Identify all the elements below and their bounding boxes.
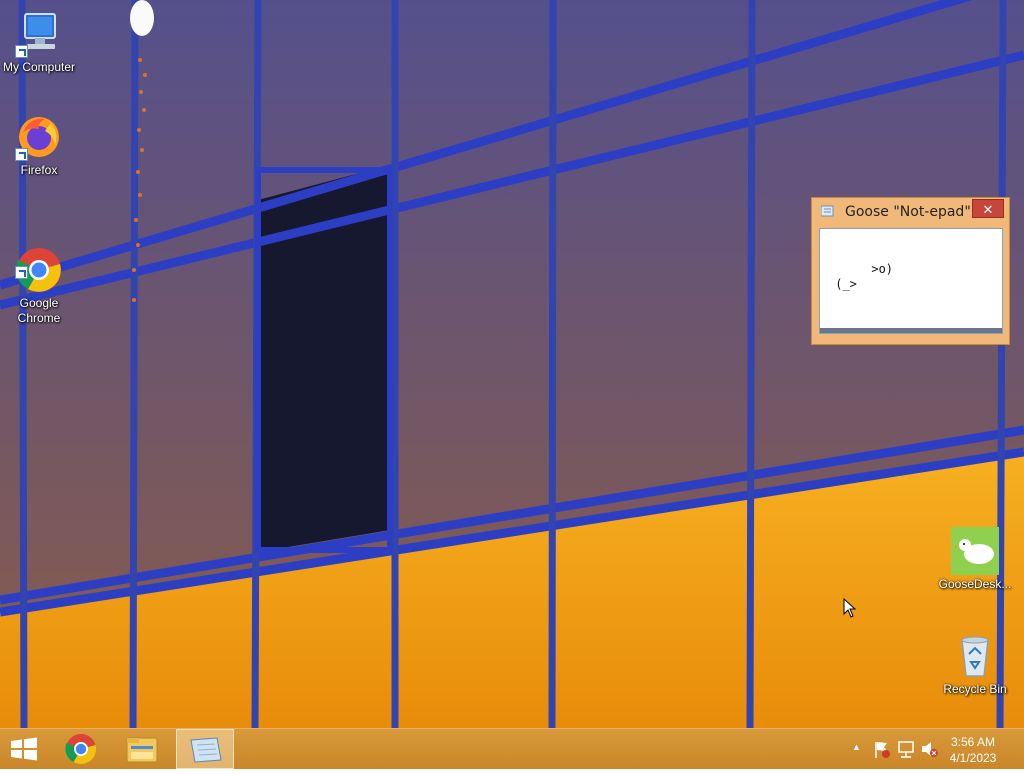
- firefox-icon: [15, 113, 63, 161]
- desktop-icon-label: Recycle Bin: [943, 682, 1007, 696]
- windows-start-icon: [11, 737, 37, 761]
- taskbar-clock[interactable]: 3:56 AM 4/1/2023: [944, 734, 1002, 766]
- volume-muted-icon[interactable]: [920, 729, 940, 769]
- window-title: Goose "Not-epad": [845, 204, 971, 220]
- mouse-cursor-icon: [843, 598, 857, 618]
- desktop-icon-google-chrome[interactable]: Google Chrome: [0, 216, 78, 341]
- close-button[interactable]: ✕: [972, 199, 1004, 218]
- notepad-taskbar-icon: [190, 737, 222, 763]
- desktop: My Computer Firefox Google Chrome GooseD…: [0, 0, 1024, 728]
- desktop-icon-label: GooseDesk...: [938, 577, 1012, 591]
- desktop-icon-label: Firefox: [20, 163, 58, 177]
- network-icon[interactable]: [896, 729, 916, 769]
- goose-icon: [951, 527, 999, 575]
- goose-notepad-window[interactable]: Goose "Not-epad" ✕ >o) (_>: [811, 197, 1010, 345]
- notepad-text-area[interactable]: >o) (_>: [819, 228, 1003, 334]
- window-titlebar[interactable]: Goose "Not-epad" ✕: [812, 198, 1009, 226]
- goose-sprite: [130, 0, 154, 36]
- horizontal-scrollbar[interactable]: [820, 328, 1002, 333]
- clock-date: 4/1/2023: [949, 751, 997, 765]
- chrome-icon: [15, 231, 63, 292]
- taskbar-notepad-button[interactable]: [176, 729, 234, 769]
- desktop-icon-my-computer[interactable]: My Computer: [0, 10, 78, 75]
- taskbar-file-explorer-button[interactable]: [113, 729, 171, 769]
- taskbar: ▲ 3:56 AM 4/1/2023: [0, 728, 1024, 769]
- notepad-icon: [821, 205, 834, 217]
- chevron-up-icon: ▲: [852, 742, 861, 752]
- notepad-text: >o) (_>: [835, 262, 894, 291]
- file-explorer-taskbar-icon: [126, 737, 158, 763]
- desktop-icon-label: Google Chrome: [17, 296, 61, 325]
- start-button[interactable]: [0, 729, 58, 769]
- desktop-icon-label: My Computer: [2, 60, 76, 74]
- chrome-taskbar-icon: [65, 734, 97, 765]
- taskbar-chrome-button[interactable]: [52, 729, 110, 769]
- action-center-flag-icon[interactable]: [872, 729, 892, 769]
- computer-icon: [15, 10, 63, 58]
- recycle-bin-icon: [951, 632, 999, 680]
- desktop-icon-recycle-bin[interactable]: Recycle Bin: [936, 632, 1014, 697]
- show-hidden-icons-button[interactable]: ▲: [848, 729, 866, 769]
- clock-time: 3:56 AM: [950, 735, 996, 749]
- wallpaper: [0, 0, 1024, 728]
- desktop-icon-firefox[interactable]: Firefox: [0, 113, 78, 178]
- desktop-icon-goose-desktop[interactable]: GooseDesk...: [936, 527, 1014, 592]
